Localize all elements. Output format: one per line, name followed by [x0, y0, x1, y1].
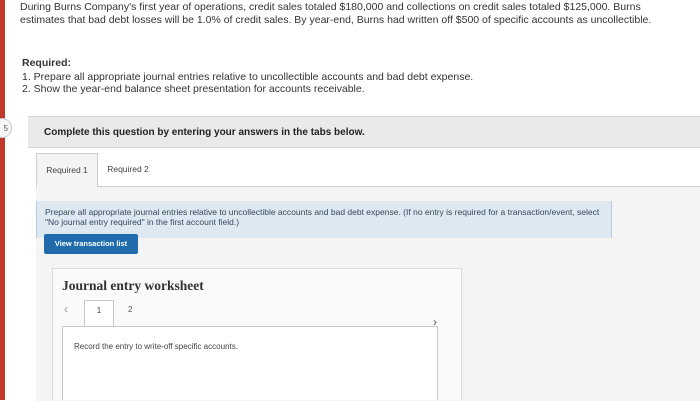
chevron-left-icon[interactable]: ‹ — [64, 302, 68, 316]
view-transaction-list-button[interactable]: View transaction list — [44, 234, 138, 254]
required-heading: Required: — [22, 57, 72, 69]
tab-required-2[interactable]: Required 2 — [98, 153, 158, 187]
required-item-2: 2. Show the year-end balance sheet prese… — [22, 83, 365, 95]
page-tab-1[interactable]: 1 — [84, 300, 114, 327]
worksheet-title: Journal entry worksheet — [62, 278, 204, 293]
required-item-1: 1. Prepare all appropriate journal entri… — [22, 71, 474, 83]
problem-statement: During Burns Company's first year of ope… — [20, 1, 652, 26]
left-accent-bar — [0, 0, 5, 400]
entry-description: Record the entry to write-off specific a… — [74, 342, 238, 351]
entry-panel — [62, 326, 438, 400]
instruction-banner: Complete this question by entering your … — [28, 116, 700, 148]
instructions-box: Prepare all appropriate journal entries … — [36, 201, 612, 238]
page-tab-2[interactable]: 2 — [128, 305, 132, 314]
question-number-tab[interactable]: 5 — [0, 118, 12, 138]
tab-required-1[interactable]: Required 1 — [36, 153, 98, 187]
banner-text: Complete this question by entering your … — [44, 127, 365, 138]
